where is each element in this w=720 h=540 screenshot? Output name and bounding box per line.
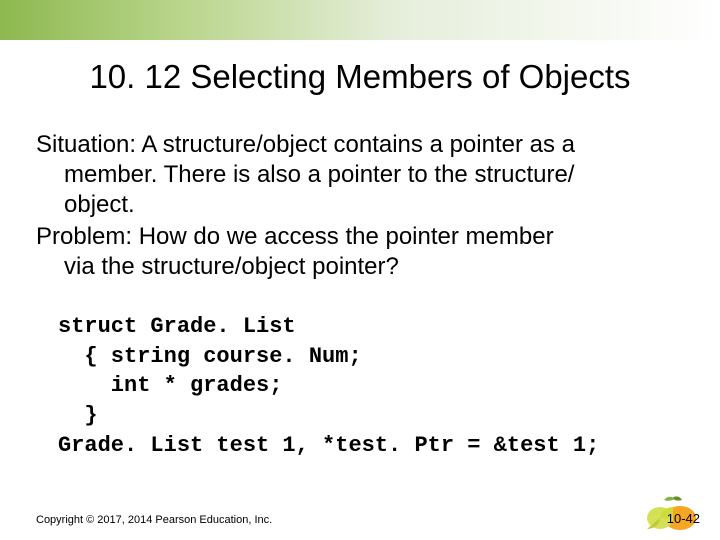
footer-copyright: Copyright © 2017, 2014 Pearson Education… — [36, 514, 272, 526]
problem-line1: Problem: How do we access the pointer me… — [36, 223, 554, 250]
code-line: int * grades; — [58, 373, 282, 398]
situation-line2: member. There is also a pointer to the s… — [36, 160, 684, 190]
code-line: { string course. Num; — [58, 344, 362, 369]
code-block: struct Grade. List { string course. Num;… — [58, 312, 599, 460]
footer-pagenum: 10-42 — [667, 511, 700, 526]
slide: 10. 12 Selecting Members of Objects Situ… — [0, 0, 720, 540]
body-text: Situation: A structure/object contains a… — [36, 130, 684, 284]
slide-title: 10. 12 Selecting Members of Objects — [0, 58, 720, 96]
code-line: } — [58, 403, 98, 428]
code-line: struct Grade. List — [58, 314, 296, 339]
code-line: Grade. List test 1, *test. Ptr = &test 1… — [58, 433, 599, 458]
problem-line2: via the structure/object pointer? — [36, 252, 684, 282]
header-gradient — [0, 0, 720, 40]
situation-line3: object. — [36, 190, 684, 220]
situation-line1: Situation: A structure/object contains a… — [36, 131, 575, 158]
